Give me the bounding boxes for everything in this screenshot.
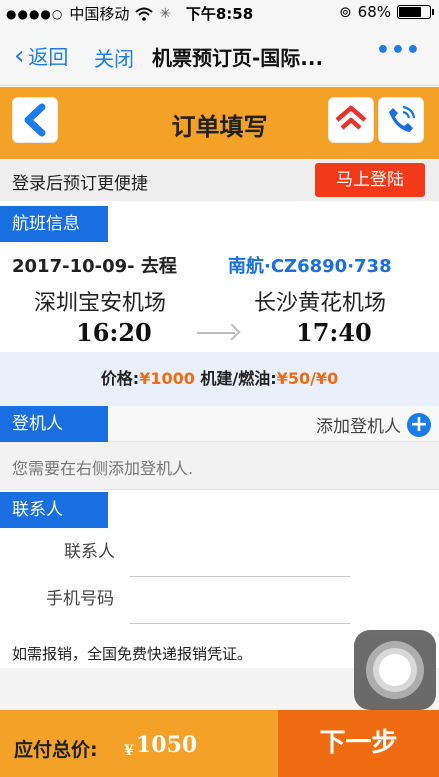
contact-name-underline [130,576,350,577]
passenger-label: 登机人 [0,406,108,442]
price-bar: 价格:¥1000 机建/燃油:¥50/¥0 [0,352,439,406]
price-label: 价格: [100,369,140,388]
plus-icon: + [407,412,431,437]
add-passenger-button[interactable]: 添加登机人 + [316,412,431,437]
phone-button[interactable] [378,97,424,143]
passenger-hint: 您需要在右侧添加登机人. [12,459,194,478]
home-button[interactable] [328,97,374,143]
status-bar: ●●●●○ 中国移动 ✳ 下午8:58 ⊚ 68% [0,0,439,26]
departure-airport: 深圳宝安机场 [34,291,167,316]
flight-date: 2017-10-09- 去程 [12,256,177,277]
login-button[interactable]: 马上登陆 [315,163,425,197]
phone-icon [389,105,416,132]
close-button[interactable]: 关闭 [94,43,134,72]
login-bar: 登录后预订更便捷 马上登陆 [0,159,439,201]
more-options-button[interactable]: ••• [376,38,421,63]
price-value: ¥1000 [139,369,195,388]
total-label: 应付总价: [14,739,98,761]
home-icon [335,105,367,130]
arrival-time: 17:40 [296,318,372,347]
tax-label: 机建/燃油: [194,369,277,388]
phone-input[interactable] [132,590,348,620]
flight-info-label: 航班信息 [0,206,108,242]
order-header: 订单填写 [0,87,439,159]
page-title: 机票预订页-国际... [152,46,324,70]
add-passenger-label: 添加登机人 [316,417,401,437]
arrival-airport: 长沙黄花机场 [254,291,387,316]
phone-underline [130,623,350,624]
nav-bar: ‹ 返回 关闭 机票预订页-国际... ••• [0,26,439,86]
battery-percent: 68% [357,3,391,21]
next-step-button[interactable]: 下一步 [278,710,439,777]
back-button[interactable]: ‹ 返回 [14,41,68,70]
departure-time: 16:20 [76,318,152,347]
back-label: 返回 [28,45,69,69]
reimburse-note: 如需报销，全国免费快递报销凭证。 [12,645,253,663]
flight-code: 南航·CZ6890·738 [228,256,392,277]
phone-label: 手机号码 [46,589,114,609]
chevron-left-icon: ‹ [14,40,25,71]
assistive-touch-button[interactable] [354,630,436,710]
total-value: 1050 [136,732,198,758]
total-currency: ¥ [124,743,134,759]
battery-icon [397,5,434,19]
contact-label: 联系人 [0,492,108,528]
contact-name-label: 联系人 [64,542,115,562]
arrow-head [223,323,241,341]
rotation-lock-icon: ⊚ [339,3,352,21]
login-hint: 登录后预订更便捷 [12,174,148,194]
contact-name-input[interactable] [132,544,348,574]
tax-value: ¥50/¥0 [276,369,339,388]
